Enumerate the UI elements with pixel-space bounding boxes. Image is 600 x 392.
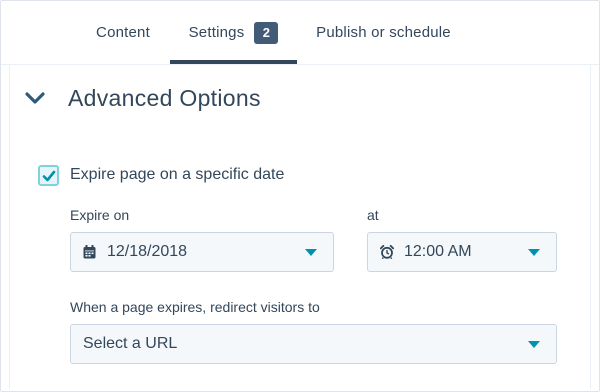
tab-settings[interactable]: Settings 2 — [170, 1, 297, 64]
caret-down-icon — [528, 249, 540, 256]
settings-count-badge: 2 — [254, 21, 279, 44]
tab-settings-label: Settings — [188, 24, 245, 41]
chevron-down-icon[interactable] — [25, 91, 45, 105]
caret-down-icon — [305, 249, 317, 256]
settings-panel: Content Settings 2 Publish or schedule A… — [0, 0, 600, 392]
expire-time-picker[interactable]: 12:00 AM — [367, 232, 557, 272]
expire-on-label: Expire on — [70, 207, 130, 223]
calendar-icon — [83, 245, 97, 259]
caret-down-icon — [528, 341, 540, 348]
redirect-url-placeholder: Select a URL — [83, 335, 178, 352]
expire-page-checkbox-label[interactable]: Expire page on a specific date — [70, 166, 284, 184]
expire-time-label: at — [367, 207, 379, 223]
expire-time-value: 12:00 AM — [404, 243, 472, 260]
tab-publish-label: Publish or schedule — [316, 24, 451, 41]
active-tab-indicator — [170, 60, 297, 64]
redirect-url-select[interactable]: Select a URL — [70, 324, 557, 364]
redirect-label: When a page expires, redirect visitors t… — [70, 299, 320, 315]
expire-date-picker[interactable]: 12/18/2018 — [70, 232, 334, 272]
tab-bar: Content Settings 2 Publish or schedule — [1, 1, 599, 65]
tab-content[interactable]: Content — [79, 1, 167, 64]
tab-publish-or-schedule[interactable]: Publish or schedule — [306, 1, 461, 64]
expire-date-value: 12/18/2018 — [107, 243, 188, 260]
alarm-clock-icon — [380, 245, 394, 259]
checkmark-icon — [42, 170, 55, 181]
tab-content-label: Content — [96, 24, 150, 41]
expire-page-checkbox[interactable] — [38, 165, 59, 186]
section-title[interactable]: Advanced Options — [68, 85, 261, 112]
